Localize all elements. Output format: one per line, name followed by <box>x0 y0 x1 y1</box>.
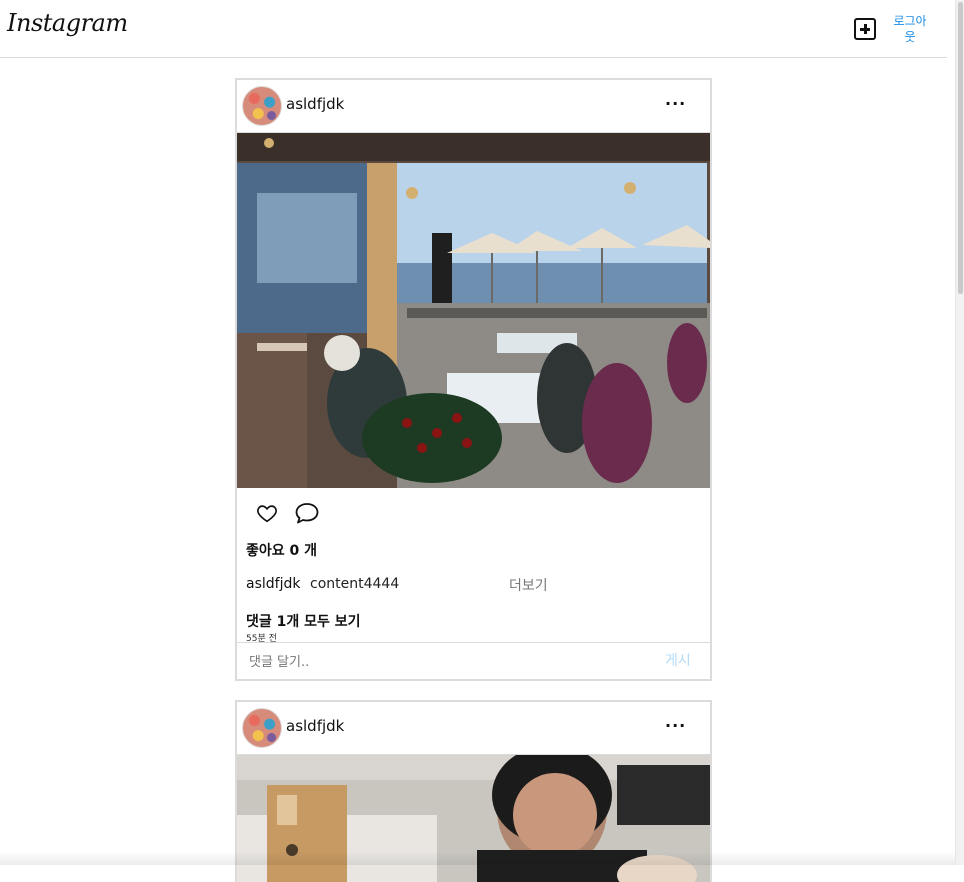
heart-icon[interactable] <box>256 502 278 524</box>
view-all-comments-link[interactable]: 댓글 1개 모두 보기 <box>246 611 361 631</box>
post-photo[interactable] <box>237 133 710 488</box>
post-actions: 좋아요 0 개 asldfjdk content4444 더보기 댓글 1개 모… <box>237 488 710 672</box>
more-options-icon[interactable]: ··· <box>665 94 686 113</box>
top-navigation-bar: Instagram 로그아웃 <box>0 0 947 58</box>
comment-icon[interactable] <box>294 501 320 525</box>
logout-button[interactable]: 로그아웃 <box>888 13 932 45</box>
comment-input[interactable] <box>247 652 631 672</box>
post-comment-button[interactable]: 게시 <box>665 650 691 670</box>
plus-square-icon[interactable] <box>854 18 876 40</box>
bottom-edge-shadow <box>0 851 955 865</box>
more-caption-link[interactable]: 더보기 <box>509 575 548 595</box>
likes-count: 좋아요 0 개 <box>246 543 318 559</box>
post-header: asldfjdk ··· <box>237 702 710 755</box>
vertical-scrollbar[interactable] <box>955 0 964 865</box>
avatar[interactable] <box>242 86 282 126</box>
cafe-photo-image <box>237 133 710 488</box>
avatar[interactable] <box>242 708 282 748</box>
more-options-icon[interactable]: ··· <box>665 716 686 735</box>
scrollbar-thumb[interactable] <box>958 2 963 294</box>
post-card: asldfjdk ··· <box>235 78 712 681</box>
post-username[interactable]: asldfjdk <box>286 95 344 113</box>
post-username[interactable]: asldfjdk <box>286 717 344 735</box>
caption-text: content4444 <box>310 576 400 592</box>
post-header: asldfjdk ··· <box>237 80 710 133</box>
comment-input-row: 게시 <box>237 642 710 679</box>
instagram-logo[interactable]: Instagram <box>7 9 128 37</box>
caption-username[interactable]: asldfjdk <box>246 576 300 592</box>
